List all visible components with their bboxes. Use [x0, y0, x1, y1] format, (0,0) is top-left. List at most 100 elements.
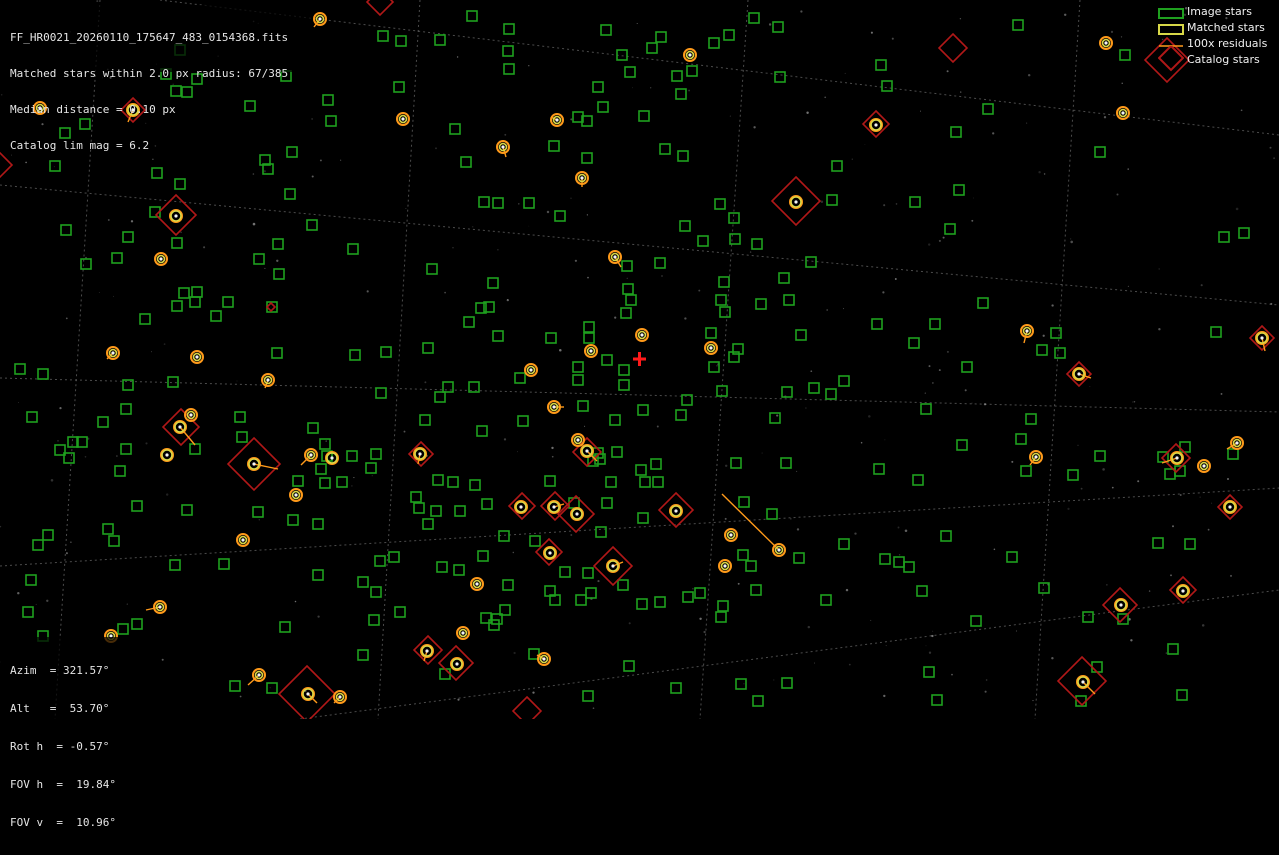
star-core [318, 17, 322, 21]
star-core [519, 505, 523, 509]
image-star-marker [114, 465, 126, 477]
background-star [1127, 168, 1129, 170]
legend-item-image-stars: Image stars [1151, 4, 1279, 20]
image-star-marker [686, 65, 698, 77]
image-star-marker [131, 618, 143, 630]
background-star [252, 222, 256, 226]
background-star [1130, 639, 1133, 642]
background-star [570, 197, 572, 199]
image-star-marker [953, 184, 965, 196]
image-star-marker [1176, 689, 1188, 701]
background-star [688, 89, 691, 92]
star-core [1081, 680, 1085, 684]
image-star-marker [545, 332, 557, 344]
background-star [1015, 630, 1017, 632]
image-star-marker [559, 566, 571, 578]
image-star-marker [477, 550, 489, 562]
background-star [884, 439, 886, 441]
background-star [353, 477, 355, 479]
background-star [597, 580, 600, 583]
image-star-marker [585, 587, 597, 599]
background-star [925, 645, 927, 647]
image-star-marker [820, 594, 832, 606]
image-star-marker [781, 386, 793, 398]
image-star-marker [272, 238, 284, 250]
star-core [1228, 505, 1232, 509]
image-star-marker [1082, 611, 1094, 623]
image-star-marker [694, 587, 706, 599]
background-star [1102, 468, 1105, 471]
background-star [1158, 268, 1160, 270]
background-star [1170, 574, 1172, 577]
image-star-marker [167, 376, 179, 388]
star-core [401, 117, 405, 121]
background-star [59, 407, 62, 410]
image-star-marker [171, 300, 183, 312]
image-star-marker [419, 414, 431, 426]
background-star [504, 133, 507, 136]
image-star-marker [111, 252, 123, 264]
image-star-marker [582, 690, 594, 702]
image-star-marker [780, 457, 792, 469]
image-star-marker [769, 412, 781, 424]
star-core [688, 53, 692, 57]
image-star-marker [909, 196, 921, 208]
image-star-marker [793, 552, 805, 564]
image-star-marker [637, 512, 649, 524]
background-star [1273, 157, 1276, 160]
image-star-marker [931, 694, 943, 706]
background-star [151, 351, 152, 353]
star-core [1202, 464, 1206, 468]
image-star-marker [336, 476, 348, 488]
image-star-marker [719, 306, 731, 318]
background-star [1235, 207, 1239, 211]
background-star [1011, 460, 1014, 463]
star-core [309, 453, 313, 457]
background-star [424, 381, 427, 384]
image-star-marker [347, 243, 359, 255]
image-star-marker [454, 505, 466, 517]
background-star [826, 309, 829, 311]
image-star-marker [1012, 19, 1024, 31]
image-star-marker [319, 477, 331, 489]
background-star [317, 615, 320, 618]
image-star-marker [108, 535, 120, 547]
star-core [575, 512, 579, 516]
background-star [587, 276, 589, 279]
background-star [650, 87, 652, 89]
background-star [551, 455, 554, 458]
background-star [471, 225, 474, 228]
image-star-marker [1054, 347, 1066, 359]
image-star-marker [498, 530, 510, 542]
background-star [1240, 109, 1243, 112]
image-star-marker [503, 23, 515, 35]
background-star [1172, 525, 1174, 528]
image-star-marker [715, 611, 727, 623]
catalog-limit-line: Catalog lim mag = 6.2 [10, 139, 150, 152]
image-star-marker [875, 59, 887, 71]
image-star-marker [410, 491, 422, 503]
image-star-marker [236, 431, 248, 443]
image-star-marker [871, 318, 883, 330]
image-star-marker [481, 498, 493, 510]
image-star-marker [639, 476, 651, 488]
background-star [1158, 328, 1161, 331]
star-core [294, 493, 298, 497]
image-star-marker [572, 361, 584, 373]
image-star-marker [189, 296, 201, 308]
image-star-marker [671, 70, 683, 82]
background-star [18, 402, 19, 403]
image-star-marker [426, 263, 438, 275]
background-star [1207, 528, 1210, 531]
background-star [848, 663, 851, 666]
background-star [1137, 480, 1140, 483]
background-star [885, 645, 887, 647]
background-star [891, 37, 894, 40]
background-star [584, 425, 586, 427]
image-star-marker [322, 94, 334, 106]
image-star-marker [1167, 643, 1179, 655]
background-star [860, 441, 863, 444]
background-star [586, 214, 589, 216]
background-star [960, 91, 962, 93]
image-star-marker [881, 80, 893, 92]
